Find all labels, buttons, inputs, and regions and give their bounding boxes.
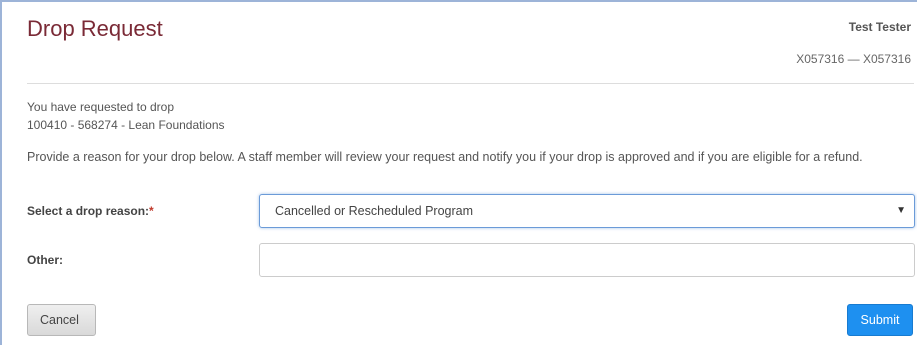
drop-course: 100410 - 568274 - Lean Foundations: [27, 118, 225, 132]
submit-button[interactable]: Submit: [847, 304, 913, 336]
caret-down-icon: ▼: [896, 205, 906, 216]
other-input[interactable]: [259, 243, 915, 277]
drop-reason-label-text: Select a drop reason:: [27, 204, 150, 218]
drop-summary-label: You have requested to drop: [27, 100, 175, 114]
drop-summary: You have requested to drop 100410 - 5682…: [27, 98, 225, 134]
drop-reason-select[interactable]: Cancelled or Rescheduled Program ▼: [259, 194, 915, 228]
required-marker: *: [149, 204, 154, 218]
header-divider: [27, 83, 914, 84]
page-frame: Drop Request Test Tester X057316 — X0573…: [0, 0, 917, 345]
user-name: Test Tester: [848, 20, 911, 34]
other-label: Other:: [27, 253, 63, 267]
page-title: Drop Request: [27, 16, 163, 41]
drop-reason-label: Select a drop reason:*: [27, 204, 154, 218]
user-ids: X057316 — X057316: [796, 52, 911, 66]
drop-reason-selected-value: Cancelled or Rescheduled Program: [275, 204, 474, 218]
cancel-button[interactable]: Cancel: [27, 304, 96, 336]
instructions-text: Provide a reason for your drop below. A …: [27, 150, 863, 164]
